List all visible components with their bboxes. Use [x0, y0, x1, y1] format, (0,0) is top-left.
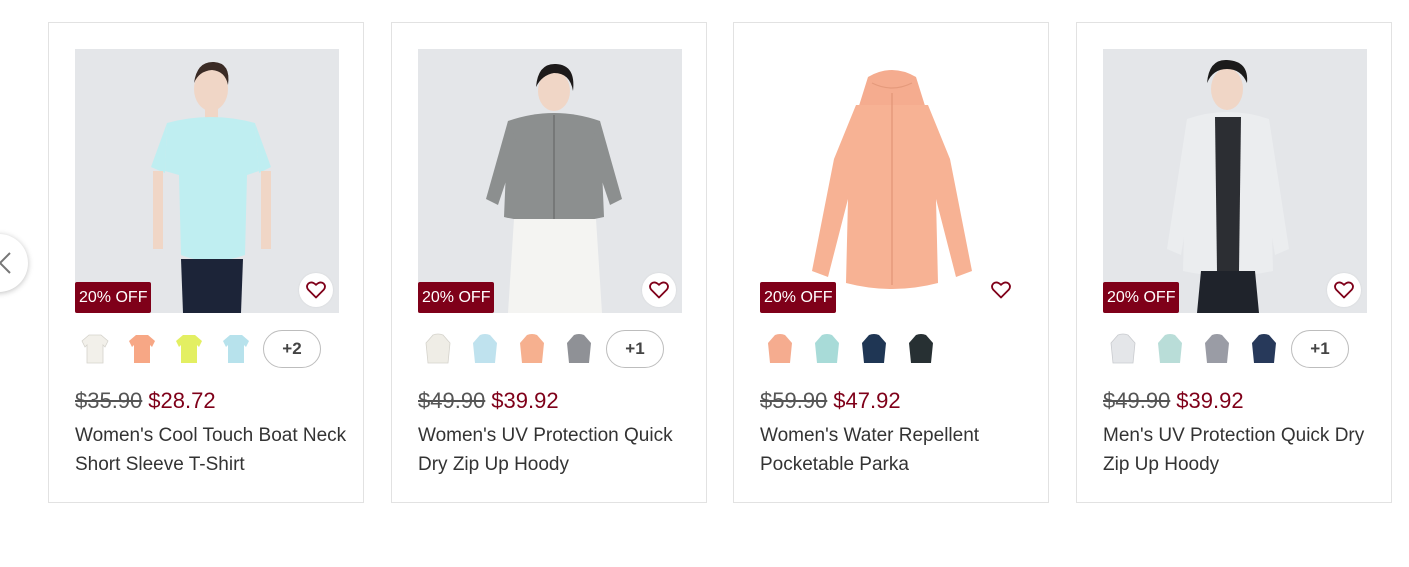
color-swatch[interactable]: [169, 329, 209, 369]
heart-icon: [1334, 281, 1354, 299]
color-swatches: +2: [75, 329, 321, 369]
product-name[interactable]: Men's UV Protection Quick Dry Zip Up Hoo…: [1103, 421, 1378, 479]
more-colors-button[interactable]: +2: [263, 330, 321, 368]
color-swatch[interactable]: [760, 329, 800, 369]
more-colors-button[interactable]: +1: [1291, 330, 1349, 368]
product-image[interactable]: [760, 49, 1024, 313]
original-price: $49.90: [418, 388, 486, 413]
color-swatch[interactable]: [901, 329, 941, 369]
favorite-button[interactable]: [1327, 273, 1361, 307]
sale-price: $39.92: [1176, 388, 1244, 413]
color-swatches: [760, 329, 948, 369]
discount-badge: 20% OFF: [418, 282, 495, 313]
color-swatch[interactable]: [1197, 329, 1237, 369]
sale-price: $39.92: [491, 388, 559, 413]
color-swatch[interactable]: [465, 329, 505, 369]
more-colors-button[interactable]: +1: [606, 330, 664, 368]
color-swatch[interactable]: [1150, 329, 1190, 369]
heart-icon: [649, 281, 669, 299]
color-swatch[interactable]: [216, 329, 256, 369]
color-swatch[interactable]: [122, 329, 162, 369]
carousel-prev-button[interactable]: [0, 234, 28, 292]
color-swatch[interactable]: [559, 329, 599, 369]
chevron-left-icon: [0, 252, 11, 274]
sale-price: $28.72: [148, 388, 216, 413]
price: $49.90 $39.92: [1103, 387, 1244, 415]
color-swatches: +1: [1103, 329, 1349, 369]
product-image[interactable]: [1103, 49, 1367, 313]
color-swatch[interactable]: [1244, 329, 1284, 369]
color-swatch[interactable]: [1103, 329, 1143, 369]
color-swatches: +1: [418, 329, 664, 369]
color-swatch[interactable]: [854, 329, 894, 369]
original-price: $35.90: [75, 388, 143, 413]
product-name[interactable]: Women's Cool Touch Boat Neck Short Sleev…: [75, 421, 350, 479]
favorite-button[interactable]: [984, 273, 1018, 307]
product-image[interactable]: [75, 49, 339, 313]
product-name[interactable]: Women's UV Protection Quick Dry Zip Up H…: [418, 421, 693, 479]
favorite-button[interactable]: [642, 273, 676, 307]
discount-badge: 20% OFF: [75, 282, 152, 313]
product-name[interactable]: Women's Water Repellent Pocketable Parka: [760, 421, 1035, 479]
price: $59.90 $47.92: [760, 387, 901, 415]
price: $49.90 $39.92: [418, 387, 559, 415]
color-swatch[interactable]: [418, 329, 458, 369]
product-card[interactable]: 20% OFF +1 $49.90 $39.92 Men's UV Protect…: [1076, 22, 1392, 503]
color-swatch[interactable]: [512, 329, 552, 369]
color-swatch[interactable]: [807, 329, 847, 369]
favorite-button[interactable]: [299, 273, 333, 307]
product-card[interactable]: 20% OFF +1 $49.90 $39.92 Women's UV Prote…: [391, 22, 707, 503]
heart-icon: [306, 281, 326, 299]
color-swatch[interactable]: [75, 329, 115, 369]
product-image[interactable]: [418, 49, 682, 313]
sale-price: $47.92: [833, 388, 901, 413]
discount-badge: 20% OFF: [760, 282, 837, 313]
original-price: $49.90: [1103, 388, 1171, 413]
discount-badge: 20% OFF: [1103, 282, 1180, 313]
product-card[interactable]: 20% OFF +2 $35.90 $28.72 Women's Cool Tou…: [48, 22, 364, 503]
heart-icon: [991, 281, 1011, 299]
price: $35.90 $28.72: [75, 387, 216, 415]
product-card[interactable]: 20% OFF $59.90 $47.92 Women's Water Repel…: [733, 22, 1049, 503]
original-price: $59.90: [760, 388, 828, 413]
